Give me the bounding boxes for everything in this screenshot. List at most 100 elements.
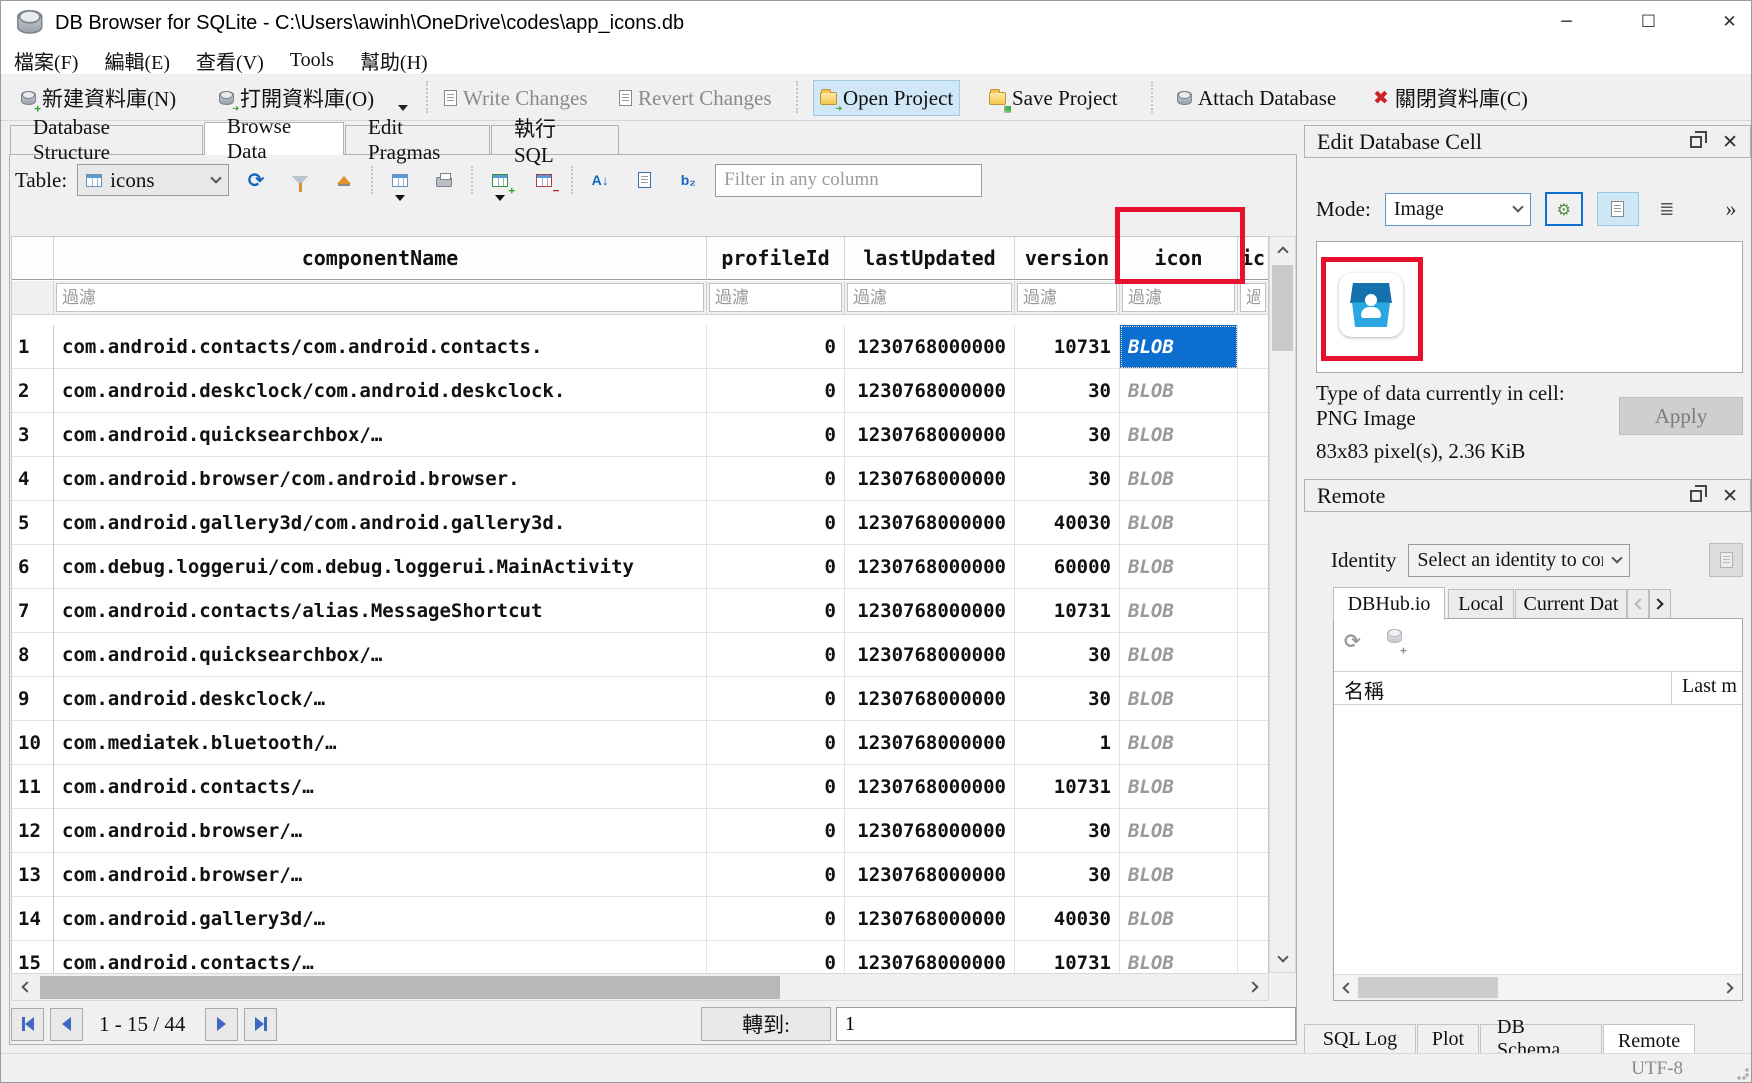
cell-profileId[interactable]: 0 <box>707 457 845 501</box>
goto-record-button[interactable]: 轉到: <box>701 1007 831 1041</box>
cell-overflow[interactable] <box>1238 325 1268 369</box>
expand-toolbar-button[interactable]: » <box>1716 192 1746 226</box>
cell-lastUpdated[interactable]: 1230768000000 <box>845 809 1015 853</box>
print-button[interactable] <box>427 165 461 195</box>
cell-componentName[interactable]: com.android.browser/com.android.browser. <box>54 457 707 501</box>
cell-componentName[interactable]: com.android.browser/… <box>54 809 707 853</box>
menu-view[interactable]: 查看(V) <box>183 46 277 74</box>
cell-lastUpdated[interactable]: 1230768000000 <box>845 545 1015 589</box>
next-record-button[interactable] <box>205 1008 238 1041</box>
cell-lastUpdated[interactable]: 1230768000000 <box>845 633 1015 677</box>
cell-version[interactable]: 30 <box>1015 809 1120 853</box>
cell-profileId[interactable]: 0 <box>707 853 845 897</box>
tab-browse-data[interactable]: Browse Data <box>204 122 344 155</box>
remote-tab-dbhub[interactable]: DBHub.io <box>1333 587 1445 620</box>
remote-tab-local[interactable]: Local <box>1448 589 1514 619</box>
text-view-button[interactable] <box>1597 192 1639 226</box>
scroll-right-button[interactable] <box>1242 974 1268 1000</box>
menu-tools[interactable]: Tools <box>277 46 347 74</box>
remote-name-column[interactable]: 名稱 <box>1334 672 1672 704</box>
cell-profileId[interactable]: 0 <box>707 633 845 677</box>
row-number[interactable]: 11 <box>12 765 54 809</box>
cell-overflow[interactable] <box>1238 369 1268 413</box>
menu-edit[interactable]: 編輯(E) <box>91 46 183 74</box>
cell-lastUpdated[interactable]: 1230768000000 <box>845 765 1015 809</box>
cell-lastUpdated[interactable]: 1230768000000 <box>845 457 1015 501</box>
filter-profileId-input[interactable] <box>709 283 842 312</box>
filter-componentName-input[interactable] <box>56 283 704 312</box>
remote-modified-column[interactable]: Last m <box>1672 672 1742 704</box>
cell-version[interactable]: 30 <box>1015 369 1120 413</box>
sort-ascending-button[interactable]: A↓ <box>583 165 617 195</box>
row-number[interactable]: 5 <box>12 501 54 545</box>
filter-any-column-input[interactable] <box>715 164 982 197</box>
open-database-dropdown-arrow[interactable] <box>398 105 408 111</box>
row-number[interactable]: 9 <box>12 677 54 721</box>
remote-horizontal-scrollbar[interactable] <box>1334 974 1742 1000</box>
cell-profileId[interactable]: 0 <box>707 545 845 589</box>
table-select[interactable]: icons <box>77 164 229 196</box>
insert-record-button[interactable]: + <box>483 165 517 195</box>
clear-filters-button[interactable] <box>327 165 361 195</box>
cell-lastUpdated[interactable]: 1230768000000 <box>845 721 1015 765</box>
remote-refresh-icon[interactable]: ⟳ <box>1344 629 1361 653</box>
refresh-button[interactable]: ⟳ <box>239 165 273 195</box>
horizontal-scroll-thumb[interactable] <box>1358 977 1498 998</box>
column-header-profileId[interactable]: profileId <box>707 237 845 280</box>
dock-tab-plot[interactable]: Plot <box>1417 1024 1479 1054</box>
row-number[interactable]: 4 <box>12 457 54 501</box>
row-number[interactable]: 3 <box>12 413 54 457</box>
cell-overflow[interactable] <box>1238 501 1268 545</box>
new-database-button[interactable]: + 新建資料庫(N) <box>15 80 182 116</box>
cell-profileId[interactable]: 0 <box>707 369 845 413</box>
open-database-button[interactable]: ➜ 打開資料庫(O) <box>213 80 380 116</box>
cell-lastUpdated[interactable]: 1230768000000 <box>845 677 1015 721</box>
cell-version[interactable]: 40030 <box>1015 897 1120 941</box>
cell-version[interactable]: 30 <box>1015 677 1120 721</box>
cell-lastUpdated[interactable]: 1230768000000 <box>845 853 1015 897</box>
cell-overflow[interactable] <box>1238 457 1268 501</box>
cell-componentName[interactable]: com.android.gallery3d/com.android.galler… <box>54 501 707 545</box>
cell-componentName[interactable]: com.android.gallery3d/… <box>54 897 707 941</box>
cell-icon[interactable]: BLOB <box>1120 589 1238 633</box>
cell-version[interactable]: 30 <box>1015 457 1120 501</box>
horizontal-scroll-thumb[interactable] <box>40 976 780 999</box>
cell-profileId[interactable]: 0 <box>707 501 845 545</box>
cell-overflow[interactable] <box>1238 589 1268 633</box>
filter-lastUpdated-input[interactable] <box>847 283 1012 312</box>
mode-select[interactable]: Image <box>1385 193 1531 226</box>
goto-record-input[interactable] <box>836 1007 1296 1041</box>
cell-componentName[interactable]: com.android.deskclock/com.android.deskcl… <box>54 369 707 413</box>
dock-tab-db-schema[interactable]: DB Schema <box>1480 1024 1602 1054</box>
attach-database-button[interactable]: Attach Database <box>1171 80 1342 116</box>
maximize-button[interactable]: ☐ <box>1625 1 1672 43</box>
remote-tab-current-database[interactable]: Current Dat <box>1515 589 1627 619</box>
row-number[interactable]: 12 <box>12 809 54 853</box>
cell-componentName[interactable]: com.android.contacts/… <box>54 765 707 809</box>
cell-profileId[interactable]: 0 <box>707 589 845 633</box>
cell-profileId[interactable]: 0 <box>707 721 845 765</box>
vertical-scroll-thumb[interactable] <box>1272 265 1293 351</box>
filter-partial-input[interactable] <box>1240 283 1266 312</box>
cell-componentName[interactable]: com.debug.loggerui/com.debug.loggerui.Ma… <box>54 545 707 589</box>
tab-database-structure[interactable]: Database Structure <box>10 125 203 154</box>
close-database-button[interactable]: ✖ 關閉資料庫(C) <box>1367 80 1534 116</box>
resize-grip[interactable] <box>1737 1068 1749 1080</box>
grid-vertical-scrollbar[interactable] <box>1269 236 1296 973</box>
open-project-button[interactable]: ➜ Open Project <box>813 80 960 116</box>
cell-icon[interactable]: BLOB <box>1120 413 1238 457</box>
dock-tab-sql-log[interactable]: SQL Log <box>1304 1024 1416 1054</box>
cell-version[interactable]: 30 <box>1015 633 1120 677</box>
cell-icon[interactable]: BLOB <box>1120 545 1238 589</box>
cell-overflow[interactable] <box>1238 413 1268 457</box>
scroll-down-button[interactable] <box>1270 946 1295 972</box>
cell-icon[interactable]: BLOB <box>1120 809 1238 853</box>
row-number[interactable]: 6 <box>12 545 54 589</box>
cell-componentName[interactable]: com.android.browser/… <box>54 853 707 897</box>
word-wrap-button[interactable]: ≣ <box>1653 192 1681 226</box>
cell-componentName[interactable]: com.android.quicksearchbox/… <box>54 413 707 457</box>
grid-horizontal-scrollbar[interactable] <box>11 973 1269 1001</box>
scroll-right-button[interactable] <box>1718 975 1742 1000</box>
encoding-indicator[interactable]: UTF-8 <box>1631 1058 1683 1080</box>
close-button[interactable]: ✕ <box>1706 1 1752 43</box>
